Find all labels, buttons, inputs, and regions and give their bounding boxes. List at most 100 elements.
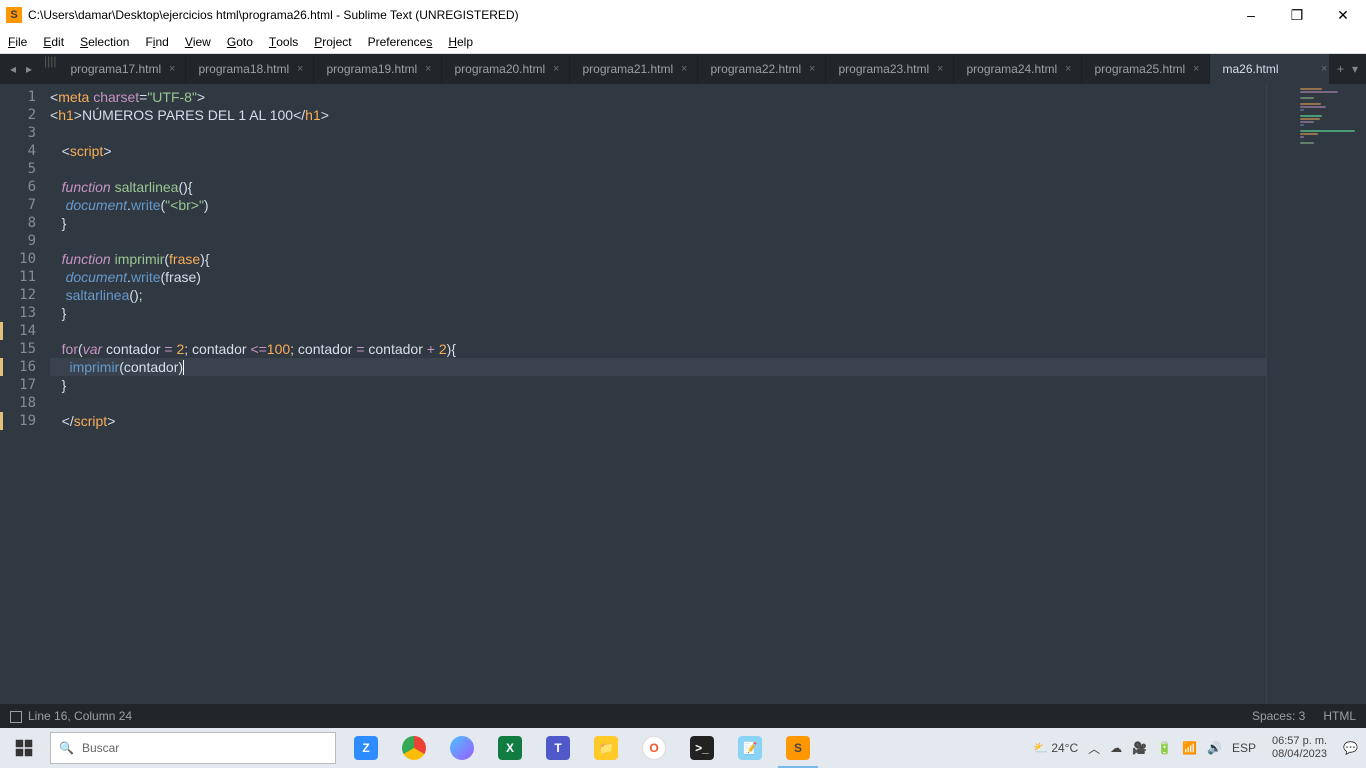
line-number[interactable]: 13 (0, 304, 50, 322)
line-number[interactable]: 7 (0, 196, 50, 214)
code-line-14[interactable] (50, 322, 1266, 340)
line-number[interactable]: 6 (0, 178, 50, 196)
app-explorer[interactable]: 📁 (582, 728, 630, 768)
syntax-setting[interactable]: HTML (1323, 709, 1356, 723)
menu-edit[interactable]: Edit (35, 31, 72, 53)
code-line-19[interactable]: </script> (50, 412, 1266, 430)
code-line-7[interactable]: document.write("<br>") (50, 196, 1266, 214)
language-indicator[interactable]: ESP (1232, 741, 1256, 755)
app-notes[interactable]: 📝 (726, 728, 774, 768)
code-line-16[interactable]: imprimir(contador) (50, 358, 1266, 376)
tab-programa17.html[interactable]: programa17.html× (58, 54, 186, 84)
line-number[interactable]: 10 (0, 250, 50, 268)
titlebar[interactable]: S C:\Users\damar\Desktop\ejercicios html… (0, 0, 1366, 30)
code-line-17[interactable]: } (50, 376, 1266, 394)
app-brave[interactable]: O (630, 728, 678, 768)
line-number[interactable]: 19 (0, 412, 50, 430)
tab-programa24.html[interactable]: programa24.html× (954, 54, 1082, 84)
line-number[interactable]: 8 (0, 214, 50, 232)
start-button[interactable] (0, 728, 48, 768)
code-line-12[interactable]: saltarlinea(); (50, 286, 1266, 304)
menu-goto[interactable]: Goto (219, 31, 261, 53)
line-number[interactable]: 18 (0, 394, 50, 412)
taskbar-search[interactable]: 🔍 Buscar (50, 732, 336, 764)
tab-close-icon[interactable]: × (423, 63, 433, 75)
menu-view[interactable]: View (177, 31, 219, 53)
minimize-button[interactable]: – (1228, 0, 1274, 30)
code-line-18[interactable] (50, 394, 1266, 412)
menu-find[interactable]: Find (137, 31, 176, 53)
code-line-2[interactable]: <h1>NÚMEROS PARES DEL 1 AL 100</h1> (50, 106, 1266, 124)
tab-next-icon[interactable]: ▸ (22, 62, 36, 76)
line-number[interactable]: 16 (0, 358, 50, 376)
wifi-icon[interactable]: 📶 (1182, 741, 1197, 755)
app-teams[interactable]: T (534, 728, 582, 768)
tab-programa23.html[interactable]: programa23.html× (826, 54, 954, 84)
code-line-11[interactable]: document.write(frase) (50, 268, 1266, 286)
menu-tools[interactable]: Tools (261, 31, 306, 53)
menu-preferences[interactable]: Preferences (360, 31, 441, 53)
tab-programa21.html[interactable]: programa21.html× (570, 54, 698, 84)
tab-close-icon[interactable]: × (679, 63, 689, 75)
code-line-15[interactable]: for(var contador = 2; contador <=100; co… (50, 340, 1266, 358)
meet-now-icon[interactable]: 🎥 (1132, 741, 1147, 755)
tab-programa25.html[interactable]: programa25.html× (1082, 54, 1210, 84)
minimap[interactable] (1266, 84, 1366, 704)
code-line-3[interactable] (50, 124, 1266, 142)
tray-chevron-icon[interactable]: ︿ (1088, 740, 1100, 757)
code-line-9[interactable] (50, 232, 1266, 250)
code-line-10[interactable]: function imprimir(frase){ (50, 250, 1266, 268)
code-line-13[interactable]: } (50, 304, 1266, 322)
menu-help[interactable]: Help (440, 31, 481, 53)
app-chrome[interactable] (390, 728, 438, 768)
volume-icon[interactable]: 🔊 (1207, 741, 1222, 755)
tab-programa19.html[interactable]: programa19.html× (314, 54, 442, 84)
app-zoom[interactable]: Z (342, 728, 390, 768)
line-number[interactable]: 12 (0, 286, 50, 304)
tab-close-icon[interactable]: × (935, 63, 945, 75)
tab-close-icon[interactable]: × (807, 63, 817, 75)
close-button[interactable]: ✕ (1320, 0, 1366, 30)
code-line-5[interactable] (50, 160, 1266, 178)
line-number[interactable]: 17 (0, 376, 50, 394)
code-line-1[interactable]: <meta charset="UTF-8"> (50, 88, 1266, 106)
line-number[interactable]: 5 (0, 160, 50, 178)
panel-icon[interactable] (10, 711, 22, 723)
tab-close-icon[interactable]: × (1191, 63, 1201, 75)
onedrive-icon[interactable]: ☁ (1110, 741, 1122, 755)
new-tab-button[interactable]: + (1337, 62, 1344, 76)
gutter[interactable]: 12345678910111213141516171819 (0, 84, 50, 704)
tab-close-icon[interactable]: × (167, 63, 177, 75)
clock[interactable]: 06:57 p. m. 08/04/2023 (1266, 735, 1333, 761)
tab-programa18.html[interactable]: programa18.html× (186, 54, 314, 84)
tab-programa20.html[interactable]: programa20.html× (442, 54, 570, 84)
tab-programa22.html[interactable]: programa22.html× (698, 54, 826, 84)
notifications-icon[interactable]: 💬 (1343, 741, 1358, 755)
tab-close-icon[interactable]: × (1319, 63, 1329, 75)
maximize-button[interactable]: ❐ (1274, 0, 1320, 30)
line-number[interactable]: 4 (0, 142, 50, 160)
app-terminal[interactable]: >_ (678, 728, 726, 768)
tab-prev-icon[interactable]: ◂ (6, 62, 20, 76)
line-number[interactable]: 14 (0, 322, 50, 340)
menu-selection[interactable]: Selection (72, 31, 137, 53)
line-number[interactable]: 3 (0, 124, 50, 142)
app-excel[interactable]: X (486, 728, 534, 768)
weather-widget[interactable]: ⛅ 24°C (1033, 741, 1078, 755)
tab-close-icon[interactable]: × (551, 63, 561, 75)
tab-programa26.html[interactable]: ma26.html× (1210, 54, 1328, 84)
app-copilot[interactable] (438, 728, 486, 768)
tab-close-icon[interactable]: × (1063, 63, 1073, 75)
code-line-6[interactable]: function saltarlinea(){ (50, 178, 1266, 196)
tab-menu-button[interactable]: ▾ (1352, 62, 1358, 76)
line-number[interactable]: 15 (0, 340, 50, 358)
line-number[interactable]: 1 (0, 88, 50, 106)
menu-file[interactable]: File (0, 31, 35, 53)
tab-close-icon[interactable]: × (295, 63, 305, 75)
code-area[interactable]: <meta charset="UTF-8"><h1>NÚMEROS PARES … (50, 84, 1266, 704)
code-line-8[interactable]: } (50, 214, 1266, 232)
line-number[interactable]: 9 (0, 232, 50, 250)
line-number[interactable]: 11 (0, 268, 50, 286)
editor[interactable]: 12345678910111213141516171819 <meta char… (0, 84, 1366, 704)
app-sublime[interactable]: S (774, 728, 822, 768)
